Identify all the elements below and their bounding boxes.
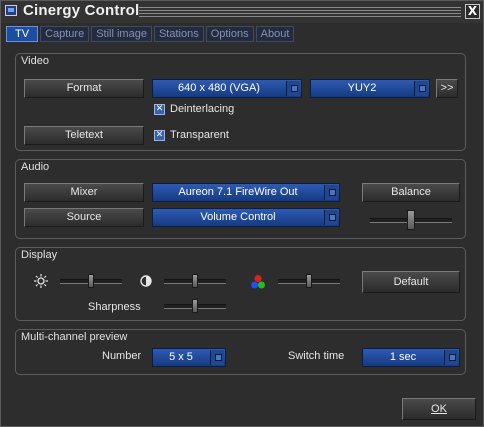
multichannel-group: Multi-channel preview Number 5 x 5 Switc… [15, 329, 466, 375]
sharpness-label: Sharpness [88, 301, 141, 313]
more-button[interactable]: >> [436, 79, 458, 98]
title-bar[interactable]: Cinergy Control X [1, 1, 483, 23]
display-group: Display Default Sharpness [15, 247, 466, 321]
switch-time-select[interactable]: 1 sec [362, 348, 460, 367]
transparent-checkbox[interactable]: ✕ [154, 130, 165, 141]
colorspace-select-value: YUY2 [347, 82, 377, 94]
transparent-label: Transparent [170, 129, 229, 141]
display-group-title: Display [21, 249, 58, 261]
tab-bar: TV Capture Still image Stations Options … [6, 26, 295, 42]
audio-group-title: Audio [21, 161, 50, 173]
number-select[interactable]: 5 x 5 [152, 348, 226, 367]
contrast-icon [140, 275, 152, 287]
mixer-select-value: Aureon 7.1 FireWire Out [178, 186, 298, 198]
source-select-value: Volume Control [200, 211, 276, 223]
contrast-slider-thumb[interactable] [192, 274, 198, 288]
sun-icon [34, 274, 48, 288]
switch-time-select-value: 1 sec [389, 351, 417, 363]
tab-stations[interactable]: Stations [153, 26, 204, 42]
app-icon [5, 5, 17, 16]
colorspace-select[interactable]: YUY2 [310, 79, 430, 98]
chevron-down-icon[interactable] [286, 81, 300, 96]
chevron-down-icon[interactable] [444, 350, 458, 365]
format-button[interactable]: Format [24, 79, 144, 98]
color-slider[interactable] [278, 274, 340, 288]
mixer-select[interactable]: Aureon 7.1 FireWire Out [152, 183, 340, 202]
brightness-slider-thumb[interactable] [88, 274, 94, 288]
teletext-button[interactable]: Teletext [24, 126, 144, 145]
balance-button[interactable]: Balance [362, 183, 460, 202]
rgb-color-icon [251, 275, 265, 289]
ok-button[interactable]: OK [402, 398, 476, 420]
sharpness-slider-thumb[interactable] [192, 299, 198, 313]
window-title: Cinergy Control [23, 2, 140, 19]
deinterlacing-checkbox[interactable]: ✕ [154, 104, 165, 115]
video-group: Video Format 640 x 480 (VGA) YUY2 >> ✕ D… [15, 53, 466, 151]
chevron-down-icon[interactable] [324, 210, 338, 225]
balance-slider[interactable] [370, 210, 452, 230]
contrast-slider[interactable] [164, 274, 226, 288]
chevron-down-icon[interactable] [324, 185, 338, 200]
mixer-button[interactable]: Mixer [24, 183, 144, 202]
title-bar-grip [139, 7, 461, 17]
sharpness-slider[interactable] [164, 299, 226, 313]
number-select-value: 5 x 5 [169, 351, 193, 363]
audio-group: Audio Mixer Aureon 7.1 FireWire Out Bala… [15, 159, 466, 239]
video-group-title: Video [21, 55, 49, 67]
tab-tv[interactable]: TV [6, 26, 39, 42]
switch-time-label: Switch time [288, 350, 345, 362]
color-slider-thumb[interactable] [306, 274, 312, 288]
tab-options[interactable]: Options [205, 26, 254, 42]
source-button[interactable]: Source [24, 208, 144, 227]
format-select-value: 640 x 480 (VGA) [178, 82, 260, 94]
number-label: Number [102, 350, 142, 362]
multichannel-group-title: Multi-channel preview [21, 331, 128, 343]
close-button[interactable]: X [465, 4, 480, 19]
source-select[interactable]: Volume Control [152, 208, 340, 227]
chevron-down-icon[interactable] [210, 350, 224, 365]
brightness-slider[interactable] [60, 274, 122, 288]
format-select[interactable]: 640 x 480 (VGA) [152, 79, 302, 98]
tab-about[interactable]: About [255, 26, 295, 42]
default-button[interactable]: Default [362, 271, 460, 293]
tab-still-image[interactable]: Still image [91, 26, 152, 42]
chevron-down-icon[interactable] [414, 81, 428, 96]
balance-slider-thumb[interactable] [407, 210, 415, 230]
tab-capture[interactable]: Capture [40, 26, 90, 42]
cinergy-control-window: Cinergy Control X TV Capture Still image… [0, 0, 484, 427]
deinterlacing-label: Deinterlacing [170, 103, 235, 115]
